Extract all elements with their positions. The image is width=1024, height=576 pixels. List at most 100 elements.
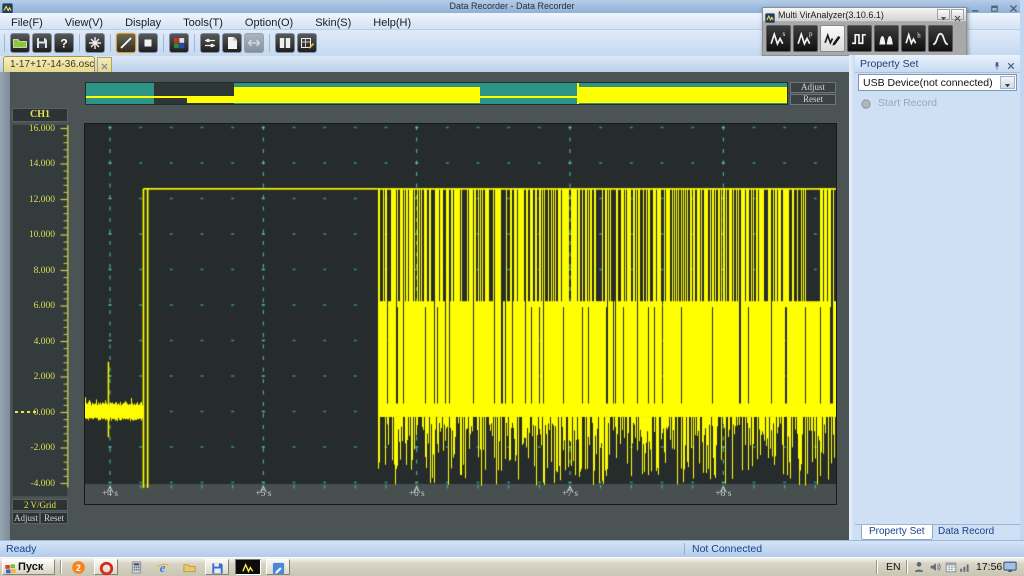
analyzer-dropdown-icon[interactable]: [937, 9, 950, 20]
quick-launch-internet-explorer[interactable]: e: [152, 559, 172, 575]
tray-calendar-icon[interactable]: [944, 560, 959, 575]
y-tick-label: 14.000: [13, 159, 55, 169]
waveform-canvas[interactable]: [85, 124, 836, 504]
line-style-icon: [118, 38, 134, 55]
x-tick-label: +6 s: [397, 489, 437, 499]
overview-minimap[interactable]: [85, 82, 788, 105]
open-folder-button[interactable]: [10, 33, 30, 53]
plot-area: +4 s+5 s+6 s+7 s+8 s: [84, 123, 837, 505]
analyzer-wave-periodic-button[interactable]: p: [793, 25, 818, 52]
tray-signal-icon[interactable]: [958, 560, 973, 575]
quick-launch-calculator[interactable]: [126, 559, 146, 575]
y-tick-label: 2.000: [13, 372, 55, 382]
tab-property-set[interactable]: Property Set: [861, 525, 933, 540]
analyzer-title-bar[interactable]: Multi VirAnalyzer(3.10.6.1): [763, 8, 966, 22]
analyzer-close-icon[interactable]: [951, 9, 964, 20]
wave-decay-icon: h: [904, 35, 923, 52]
property-panel-title: Property Set: [860, 58, 918, 70]
restore-icon[interactable]: [986, 1, 1003, 12]
volts-per-grid-label: 2 V/Grid: [12, 499, 68, 511]
floppy-save-icon: [210, 563, 225, 576]
y-tick-label: 8.000: [13, 266, 55, 276]
wave-record-icon: [823, 35, 842, 52]
toolbar-separator: [110, 34, 111, 52]
tab-close-icon[interactable]: [97, 57, 112, 72]
analyzer-buttons: sph: [765, 24, 964, 54]
status-connection: Not Connected: [692, 543, 762, 555]
record-icon: [860, 97, 872, 109]
tray-volume-icon[interactable]: [928, 560, 943, 575]
status-ready: Ready: [6, 543, 36, 555]
property-panel: Property Set USB Device(not connected) S…: [855, 55, 1020, 540]
pin-icon[interactable]: [991, 58, 1003, 70]
minimize-icon[interactable]: [967, 1, 984, 12]
svg-text:h: h: [917, 32, 921, 39]
help-icon: ?: [56, 38, 72, 55]
analyzer-wave-record-button[interactable]: [820, 25, 845, 52]
clock: 17:56: [976, 561, 1002, 573]
overview-reset-button[interactable]: Reset: [790, 94, 836, 105]
panel-close-icon[interactable]: [1005, 58, 1017, 70]
axis-reset-button[interactable]: Reset: [40, 512, 68, 524]
document-tab[interactable]: 1-17+17-14-36.osc: [3, 56, 95, 72]
device-select[interactable]: USB Device(not connected): [858, 74, 1017, 91]
document-tab-label: 1-17+17-14-36.osc: [10, 59, 94, 70]
overview-signal: [579, 87, 787, 103]
language-indicator[interactable]: EN: [886, 561, 901, 573]
wave-periodic-icon: p: [796, 35, 815, 52]
quick-launch-data-recorder[interactable]: [235, 559, 261, 575]
analyzer-wave-pulse-button[interactable]: [928, 25, 953, 52]
analyzer-wave-square-button[interactable]: [847, 25, 872, 52]
status-separator: [684, 543, 685, 555]
quick-launch-folder[interactable]: [179, 559, 199, 575]
help-button[interactable]: ?: [54, 33, 74, 53]
start-button[interactable]: Пуск: [2, 559, 55, 575]
x-tick-label: +5 s: [243, 489, 283, 499]
save-icon: [34, 38, 50, 55]
color-palette-button[interactable]: [169, 33, 189, 53]
window-right-border: [1020, 0, 1024, 557]
wave-dual-icon: [877, 35, 896, 52]
color-palette-icon: [171, 38, 187, 55]
editor-icon: [271, 563, 286, 576]
svg-text:?: ?: [60, 37, 67, 51]
svg-text:p: p: [809, 31, 813, 38]
overview-adjust-button[interactable]: Adjust: [790, 82, 836, 93]
x-tick-label: +4 s: [90, 489, 130, 499]
status-bar: Ready Not Connected: [0, 540, 1024, 557]
analyzer-wave-dual-button[interactable]: [874, 25, 899, 52]
new-page-button[interactable]: [222, 33, 242, 53]
y-axis-panel: 16.00014.00012.00010.0008.0006.0004.0002…: [12, 124, 68, 497]
y-tick-label: 16.000: [13, 124, 55, 134]
quick-launch-opera[interactable]: [94, 559, 118, 575]
tray-user-icon[interactable]: [912, 560, 927, 575]
quick-launch-messenger-orange[interactable]: 2: [68, 559, 88, 575]
quick-launch-floppy-save[interactable]: [205, 559, 229, 575]
axis-adjust-button[interactable]: Adjust: [12, 512, 40, 524]
table-edit-button[interactable]: [297, 33, 317, 53]
line-style-button[interactable]: [116, 33, 136, 53]
property-panel-header: Property Set: [855, 55, 1020, 73]
screen: Data Recorder - Data Recorder File(F)Vie…: [0, 0, 1024, 576]
filter-button[interactable]: [200, 33, 220, 53]
show-desktop-icon[interactable]: [1002, 560, 1019, 574]
folder-icon: [182, 562, 197, 576]
calculator-icon: [129, 562, 144, 576]
table-edit-icon: [299, 38, 315, 55]
columns-button[interactable]: [275, 33, 295, 53]
stop-button[interactable]: [138, 33, 158, 53]
settings-button[interactable]: [85, 33, 105, 53]
channel-label: CH1: [12, 108, 68, 122]
save-button[interactable]: [32, 33, 52, 53]
combo-arrow-icon[interactable]: [1000, 76, 1015, 89]
tab-data-record[interactable]: Data Record: [931, 525, 1001, 540]
taskbar: Пуск 2 e EN 17:56: [0, 557, 1024, 576]
start-record-label: Start Record: [878, 97, 937, 109]
resize-button[interactable]: [244, 33, 264, 53]
stop-icon: [140, 38, 156, 55]
quick-launch-editor[interactable]: [266, 559, 290, 575]
analyzer-wave-decay-button[interactable]: h: [901, 25, 926, 52]
document-tab-bar: 1-17+17-14-36.osc: [0, 56, 849, 72]
svg-text:2: 2: [76, 563, 81, 573]
analyzer-wave-static-button[interactable]: s: [766, 25, 791, 52]
